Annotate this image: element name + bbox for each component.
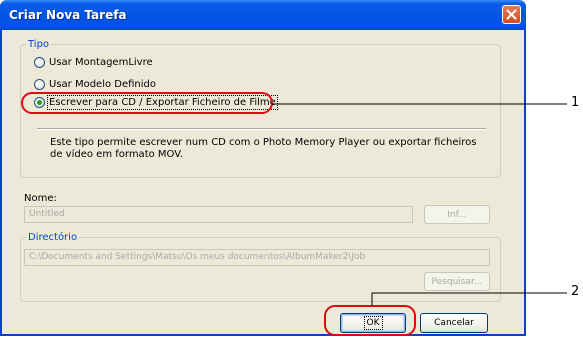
- radio-label: Usar Modelo Definido: [49, 79, 157, 90]
- radio-button-selected[interactable]: [34, 97, 45, 108]
- callout-number-1: 1: [571, 95, 580, 110]
- radio-label: Usar MontagemLivre: [49, 57, 153, 68]
- directorio-group: Directório: [20, 232, 501, 302]
- window-title: Criar Nova Tarefa: [9, 8, 127, 22]
- radio-button[interactable]: [34, 79, 45, 90]
- radio-escrever-cd-exportar-filme[interactable]: Escrever para CD / Exportar Ficheiro de …: [34, 95, 278, 110]
- radio-label: Escrever para CD / Exportar Ficheiro de …: [47, 95, 278, 110]
- tipo-legend: Tipo: [28, 39, 50, 50]
- ok-button[interactable]: OK: [340, 313, 406, 333]
- callout-number-2: 2: [571, 284, 580, 299]
- tipo-description: Este tipo permite escrever num CD com o …: [50, 137, 477, 160]
- directorio-legend: Directório: [28, 232, 78, 243]
- close-button[interactable]: [502, 5, 521, 24]
- radio-button[interactable]: [34, 57, 45, 68]
- info-button[interactable]: Inf...: [424, 205, 490, 224]
- radio-usar-modelo-definido[interactable]: Usar Modelo Definido: [34, 79, 156, 90]
- ok-button-label: OK: [363, 316, 383, 330]
- browse-button[interactable]: Pesquisar...: [424, 272, 490, 291]
- nome-label: Nome:: [24, 193, 57, 204]
- nome-input[interactable]: Untitled: [24, 206, 413, 223]
- cancel-button[interactable]: Cancelar: [420, 313, 488, 333]
- directorio-input[interactable]: C:\Documents and Settings\Matsu\Os meus …: [24, 249, 490, 266]
- title-bar[interactable]: Criar Nova Tarefa: [0, 0, 526, 30]
- separator: [37, 128, 486, 130]
- close-icon: [506, 9, 517, 20]
- radio-usar-montagem-livre[interactable]: Usar MontagemLivre: [34, 57, 153, 68]
